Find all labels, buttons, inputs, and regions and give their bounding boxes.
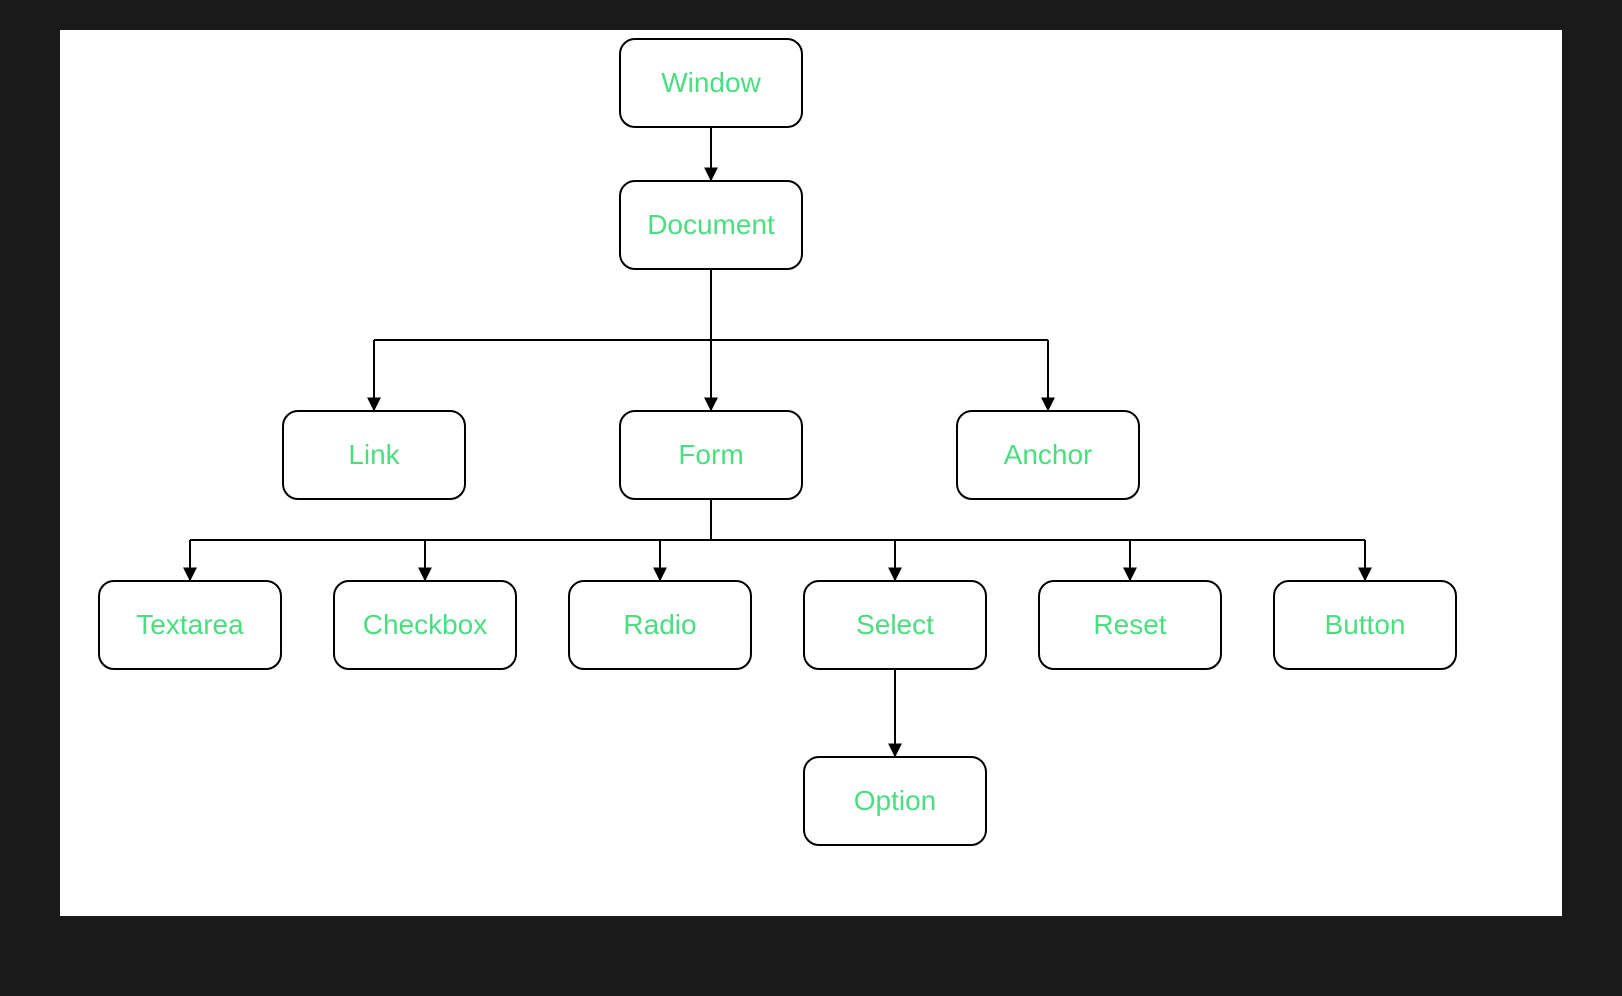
- node-checkbox: Checkbox: [333, 580, 517, 670]
- node-label: Reset: [1093, 609, 1166, 641]
- node-label: Checkbox: [363, 609, 488, 641]
- diagram-canvas: Window Document Link Form Anchor Textare…: [60, 30, 1562, 916]
- node-label: Form: [678, 439, 743, 471]
- node-form: Form: [619, 410, 803, 500]
- node-label: Anchor: [1004, 439, 1093, 471]
- node-option: Option: [803, 756, 987, 846]
- node-label: Radio: [623, 609, 696, 641]
- node-label: Button: [1325, 609, 1406, 641]
- node-label: Document: [647, 209, 775, 241]
- node-link: Link: [282, 410, 466, 500]
- node-textarea: Textarea: [98, 580, 282, 670]
- node-reset: Reset: [1038, 580, 1222, 670]
- page-background: Window Document Link Form Anchor Textare…: [0, 0, 1622, 996]
- node-radio: Radio: [568, 580, 752, 670]
- node-label: Link: [348, 439, 399, 471]
- node-button: Button: [1273, 580, 1457, 670]
- node-label: Textarea: [136, 609, 243, 641]
- node-label: Select: [856, 609, 934, 641]
- node-select: Select: [803, 580, 987, 670]
- node-label: Option: [854, 785, 937, 817]
- node-window: Window: [619, 38, 803, 128]
- node-anchor: Anchor: [956, 410, 1140, 500]
- node-label: Window: [661, 67, 761, 99]
- node-document: Document: [619, 180, 803, 270]
